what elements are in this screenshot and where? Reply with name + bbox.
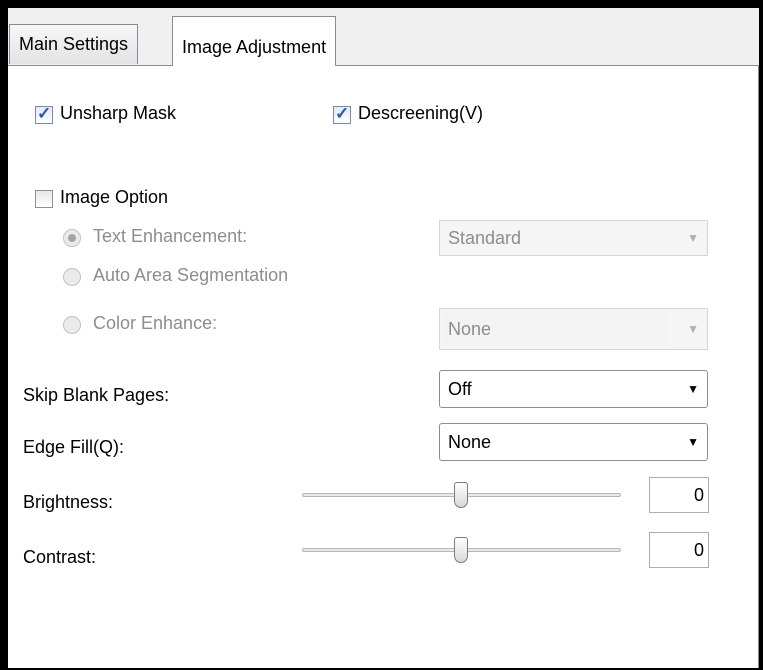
checkmark-icon: ✓ bbox=[37, 104, 52, 123]
color-enhance-label: Color Enhance: bbox=[93, 313, 218, 333]
auto-area-segmentation-label: Auto Area Segmentation bbox=[93, 265, 289, 285]
tab-main-settings[interactable]: Main Settings bbox=[9, 24, 139, 64]
color-enhance-value: None bbox=[448, 319, 492, 339]
image-option-checkbox[interactable] bbox=[35, 190, 53, 208]
contrast-slider-thumb[interactable] bbox=[454, 537, 468, 563]
descreening-checkbox[interactable]: ✓ bbox=[333, 104, 351, 124]
checkmark-icon: ✓ bbox=[335, 104, 350, 123]
edge-fill-label: Edge Fill(Q): bbox=[23, 437, 125, 457]
text-enhancement-value: Standard bbox=[448, 228, 522, 248]
unsharp-mask-label[interactable]: Unsharp Mask bbox=[60, 103, 176, 124]
edge-fill-value: None bbox=[448, 432, 492, 452]
edge-fill-select[interactable]: None ▼ bbox=[439, 423, 708, 461]
image-option-label[interactable]: Image Option bbox=[60, 187, 168, 208]
skip-blank-pages-select[interactable]: Off ▼ bbox=[439, 370, 708, 408]
radio-selected-dot bbox=[68, 234, 76, 242]
text-enhancement-select[interactable]: Standard ▼ bbox=[439, 220, 708, 256]
color-enhance-select[interactable]: None ▼ bbox=[439, 308, 708, 350]
text-enhancement-label: Text Enhancement: bbox=[93, 226, 248, 246]
chevron-down-icon: ▼ bbox=[687, 435, 699, 449]
chevron-down-icon: ▼ bbox=[687, 231, 699, 245]
brightness-slider-thumb[interactable] bbox=[454, 482, 468, 508]
contrast-input[interactable]: 0 bbox=[649, 532, 709, 568]
chevron-down-icon: ▼ bbox=[687, 322, 699, 336]
skip-blank-pages-label: Skip Blank Pages: bbox=[23, 385, 170, 405]
skip-blank-pages-value: Off bbox=[448, 379, 472, 399]
color-enhance-radio[interactable] bbox=[63, 316, 81, 334]
brightness-label: Brightness: bbox=[23, 492, 114, 512]
tab-strip: Main Settings Image Adjustment bbox=[8, 8, 759, 66]
unsharp-mask-checkbox[interactable]: ✓ bbox=[35, 104, 53, 124]
contrast-label: Contrast: bbox=[23, 547, 97, 567]
image-adjustment-panel: ✓ Unsharp Mask ✓ Descreening(V) Image Op… bbox=[8, 65, 759, 668]
chevron-down-icon: ▼ bbox=[687, 382, 699, 396]
descreening-label[interactable]: Descreening(V) bbox=[358, 103, 483, 124]
text-enhancement-radio[interactable] bbox=[63, 229, 81, 247]
brightness-input[interactable]: 0 bbox=[649, 477, 709, 513]
tab-image-adjustment[interactable]: Image Adjustment bbox=[172, 16, 337, 66]
settings-window: Main Settings Image Adjustment ✓ Unsharp… bbox=[8, 8, 759, 668]
auto-area-segmentation-radio[interactable] bbox=[63, 268, 81, 286]
